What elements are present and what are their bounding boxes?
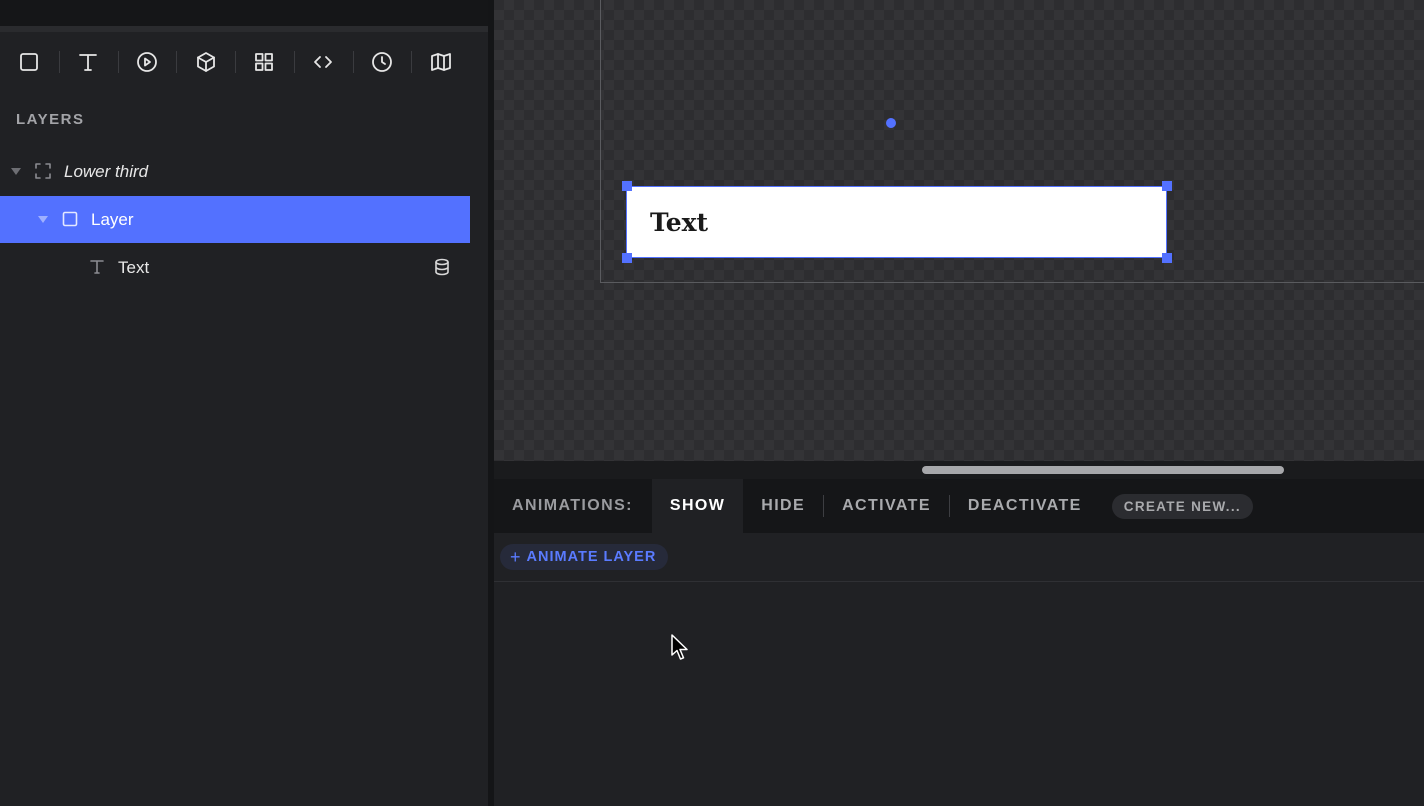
square-icon (20, 53, 39, 71)
resize-handle-bottom-left[interactable] (622, 253, 632, 263)
text-t-icon (79, 54, 98, 71)
text-t-icon (87, 257, 107, 277)
layers-panel-title: LAYERS (16, 111, 85, 128)
plus-icon: + (510, 547, 522, 567)
tab-activate[interactable]: ACTIVATE (824, 479, 949, 533)
media-tool-button[interactable] (117, 40, 177, 84)
canvas-text-element[interactable]: Text (650, 208, 708, 237)
tool-toolbar (0, 40, 470, 84)
resize-handle-top-right[interactable] (1162, 181, 1172, 191)
anchor-point[interactable] (886, 118, 896, 128)
play-circle-icon (136, 52, 157, 72)
left-topbar (0, 0, 488, 26)
3d-tool-button[interactable] (176, 40, 235, 84)
animate-layer-label: ANIMATE LAYER (526, 549, 657, 565)
layer-label: Layer (91, 210, 134, 229)
create-new-animation-button[interactable]: CREATE NEW... (1111, 493, 1253, 519)
horizontal-scrollbar-thumb[interactable] (922, 466, 1284, 474)
code-tool-button[interactable] (293, 40, 353, 84)
tab-label: SHOW (669, 497, 726, 514)
layer-row-text[interactable]: Text (0, 244, 470, 291)
tab-label: DEACTIVATE (967, 497, 1082, 514)
grid-icon (255, 53, 274, 71)
map-icon (430, 53, 451, 71)
tab-label: HIDE (761, 497, 806, 514)
clock-tool-button[interactable] (352, 40, 412, 84)
layer-row-lower-third[interactable]: Lower third (0, 148, 470, 195)
frame-corners-icon (33, 161, 53, 181)
text-tool-button[interactable] (58, 40, 118, 84)
resize-handle-bottom-right[interactable] (1162, 253, 1172, 263)
canvas-viewport[interactable]: Text (494, 0, 1424, 461)
horizontal-scrollbar[interactable] (494, 461, 1424, 479)
tab-label: ACTIVATE (842, 497, 931, 514)
square-icon (60, 209, 80, 229)
rectangle-tool-button[interactable] (0, 40, 59, 84)
collapse-caret-icon[interactable] (11, 168, 21, 175)
tab-deactivate[interactable]: DEACTIVATE (950, 479, 1100, 533)
clock-icon (371, 52, 392, 72)
left-topbar-divider (0, 26, 488, 32)
collapse-caret-icon[interactable] (38, 216, 48, 223)
layer-row-layer[interactable]: Layer (0, 196, 470, 243)
mouse-pointer-icon (671, 634, 688, 660)
database-icon[interactable] (433, 258, 453, 278)
tab-show[interactable]: SHOW (651, 479, 744, 533)
app-window: LAYERS Lower third Layer Text Text ANIMA… (0, 0, 1424, 806)
selected-layer-box[interactable]: Text (626, 186, 1167, 258)
map-tool-button[interactable] (411, 40, 470, 84)
animations-label: ANIMATIONS: (512, 497, 633, 514)
left-panel: LAYERS Lower third Layer Text (0, 0, 488, 806)
code-brackets-icon (314, 56, 333, 68)
resize-handle-top-left[interactable] (622, 181, 632, 191)
cube-icon (196, 52, 215, 72)
create-new-label: CREATE NEW... (1123, 498, 1241, 514)
animations-panel: + ANIMATE LAYER (494, 533, 1424, 806)
animate-layer-button[interactable]: + ANIMATE LAYER (500, 544, 669, 570)
layer-label: Lower third (64, 162, 149, 181)
grid-tool-button[interactable] (235, 40, 294, 84)
animations-toolbar-divider (494, 581, 1424, 582)
tab-hide[interactable]: HIDE (743, 479, 823, 533)
animations-bar: ANIMATIONS: SHOW HIDE ACTIVATE DEACTIVAT… (494, 479, 1424, 533)
layer-label: Text (118, 258, 150, 277)
